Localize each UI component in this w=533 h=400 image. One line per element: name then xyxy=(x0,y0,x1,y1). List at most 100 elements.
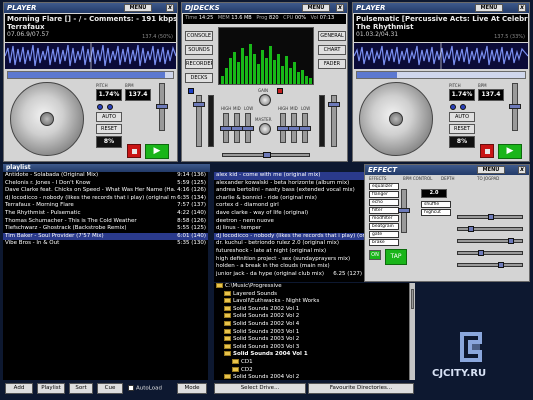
autoload-checkbox-box[interactable] xyxy=(128,385,134,391)
right-cue-dot[interactable] xyxy=(460,104,466,110)
effect-item[interactable]: modfilter xyxy=(369,215,399,222)
left-pitch-knob[interactable] xyxy=(156,104,168,109)
browser-row[interactable]: holden - a break in the clouds (main mix… xyxy=(214,263,364,271)
left-pitch-slider[interactable] xyxy=(156,83,168,131)
left-channel-fader[interactable] xyxy=(193,95,205,147)
playlist-row[interactable]: Chelonis r. Jones - I Don't Know 5:59 (12… xyxy=(3,179,208,188)
effect-param-slider-5[interactable] xyxy=(457,262,523,268)
effect-param-slider-1-knob[interactable] xyxy=(488,214,494,220)
playlist-row[interactable]: Tim Baker - Soul Provider (7'57 Mix) 6:01… xyxy=(3,232,208,241)
folder-item[interactable]: Solid Sounds 2002 Vol 1 xyxy=(214,305,409,314)
right-high-eq[interactable] xyxy=(277,113,289,143)
folder-item[interactable]: Solid Sounds 2003 Vol 2 xyxy=(214,336,409,344)
browser-row[interactable]: high definition project - sex (sundaypra… xyxy=(214,256,364,264)
chart-button[interactable]: CHART xyxy=(318,45,346,55)
playlist-row[interactable]: Vibe Bros - In & Out 5:35 (130) xyxy=(3,240,208,248)
right-pitch-slider[interactable] xyxy=(509,83,521,131)
left-play-button[interactable]: ▶ xyxy=(145,144,169,159)
select-drive-button[interactable]: Select Drive... xyxy=(214,383,306,394)
fader-button[interactable]: FADER xyxy=(318,59,346,69)
left-jog-wheel[interactable] xyxy=(10,82,84,156)
playlist-button[interactable]: Playlist xyxy=(37,383,65,394)
browser-row[interactable]: dj locodicco - nobody (likes the records… xyxy=(214,232,364,241)
effect-param-slider-2-knob[interactable] xyxy=(468,226,474,232)
mixer-close-button[interactable]: x xyxy=(336,4,344,12)
effect-param-slider-2[interactable] xyxy=(457,226,523,232)
right-low-eq-knob[interactable] xyxy=(299,126,311,131)
effect-item[interactable]: shuffle xyxy=(421,201,451,208)
right-low-eq[interactable] xyxy=(299,113,311,143)
left-position-bar[interactable] xyxy=(7,71,174,79)
recorder-button[interactable]: RECORDER xyxy=(185,59,213,69)
browser-row[interactable]: charlie & bonnici - ride (original mix) xyxy=(214,195,364,203)
effect-item[interactable]: equalizer xyxy=(369,183,399,190)
browser-row[interactable]: junior jack - da hype (original club mix… xyxy=(214,270,364,279)
playlist-row[interactable]: Dave Clarke feat. Chicks on Speed - What… xyxy=(3,187,208,195)
effect-item[interactable]: beatgrain xyxy=(369,223,399,230)
sort-button[interactable]: Sort xyxy=(69,383,93,394)
left-deck-menu-button[interactable]: MENU xyxy=(124,4,152,12)
right-channel-fader[interactable] xyxy=(328,95,340,147)
effect-item[interactable]: gate xyxy=(369,231,399,238)
folder-item[interactable]: Solid Sounds 2004 Vol 1 xyxy=(214,351,409,359)
left-low-eq-knob[interactable] xyxy=(242,126,254,131)
folder-item[interactable]: Lavoll\Euthwacks - Night Works xyxy=(214,298,409,306)
autoload-checkbox[interactable]: AutoLoad xyxy=(128,385,162,392)
right-stop-button[interactable] xyxy=(480,144,494,158)
browser-row[interactable]: andrea bertolini - nasty bass (extended … xyxy=(214,187,364,195)
right-reset-button[interactable]: RESET xyxy=(449,124,475,134)
effect-item[interactable]: highcut xyxy=(421,209,451,216)
right-auto-button[interactable]: AUTO xyxy=(449,112,475,122)
console-button[interactable]: CONSOLE xyxy=(185,31,213,41)
right-jog-wheel[interactable] xyxy=(359,82,433,156)
left-cue-dot[interactable] xyxy=(107,104,113,110)
right-channel-fader-knob[interactable] xyxy=(328,102,340,107)
left-sync-dot[interactable] xyxy=(97,104,103,110)
left-channel-fader-knob[interactable] xyxy=(193,102,205,107)
effect-item[interactable]: flanger xyxy=(369,191,399,198)
effects-close-button[interactable]: x xyxy=(518,166,526,174)
right-deck-menu-button[interactable]: MENU xyxy=(475,4,503,12)
folder-item[interactable]: C:\Music\Progressive xyxy=(214,283,409,291)
folder-item[interactable]: Layered Sounds xyxy=(214,290,409,299)
crossfader-knob[interactable] xyxy=(263,152,271,158)
browser-row[interactable]: cortex d - diamond girl xyxy=(214,202,364,210)
left-deck-close-button[interactable]: x xyxy=(166,4,174,12)
track-browser[interactable]: alex kid - come with me (original mix) al… xyxy=(214,172,364,282)
left-low-eq[interactable] xyxy=(242,113,254,143)
effects-bpm-slider-knob[interactable] xyxy=(398,208,410,213)
right-pitch-knob[interactable] xyxy=(509,104,521,109)
right-sync-dot[interactable] xyxy=(450,104,456,110)
effect-item[interactable]: filter xyxy=(369,207,399,214)
right-play-button[interactable]: ▶ xyxy=(498,144,522,159)
left-bpm-value[interactable]: 137.4 xyxy=(125,89,151,101)
left-mid-eq[interactable] xyxy=(231,113,243,143)
playlist-list[interactable]: Antidote - Solabada (Original Mix) 9:14 (… xyxy=(3,172,208,380)
browser-row[interactable]: dj linus - temper xyxy=(214,225,364,233)
left-reset-button[interactable]: RESET xyxy=(96,124,122,134)
folder-item[interactable]: Solid Sounds 2004 Vol 2 xyxy=(214,374,409,380)
browser-row[interactable]: futureshock - late at night (original mi… xyxy=(214,248,364,256)
crossfader[interactable] xyxy=(222,152,310,158)
left-high-eq[interactable] xyxy=(220,113,232,143)
add-button[interactable]: Add xyxy=(5,383,33,394)
effects-menu-button[interactable]: MENU xyxy=(477,166,505,174)
sounds-button[interactable]: SOUNDS xyxy=(185,45,213,55)
cue-button[interactable]: Cue xyxy=(97,383,123,394)
favourite-directories-button[interactable]: Favourite Directories... xyxy=(308,383,414,394)
playlist-row[interactable]: The Rhythmist - Pulsematic 4:22 (140) xyxy=(3,209,208,218)
folder-scrollbar-thumb[interactable] xyxy=(411,289,414,309)
folder-item[interactable]: Solid Sounds 2003 Vol 3 xyxy=(214,343,409,352)
effect-param-slider-1[interactable] xyxy=(457,214,523,220)
effect-param-slider-4-knob[interactable] xyxy=(478,250,484,256)
browser-row[interactable]: alex kid - come with me (original mix) xyxy=(214,172,364,180)
folder-item[interactable]: Solid Sounds 2002 Vol 2 xyxy=(214,313,409,321)
right-cue-button[interactable] xyxy=(277,88,283,94)
browser-row[interactable]: alexander kowalski - beta horizonte (alb… xyxy=(214,180,364,188)
left-auto-button[interactable]: AUTO xyxy=(96,112,122,122)
effect-item[interactable]: brake xyxy=(369,239,399,246)
right-position-bar[interactable] xyxy=(356,71,526,79)
mixer-menu-button[interactable]: MENU xyxy=(302,4,330,12)
effects-on-button[interactable]: ON xyxy=(369,250,381,260)
folder-item[interactable]: Solid Sounds 2002 Vol 4 xyxy=(214,320,409,329)
